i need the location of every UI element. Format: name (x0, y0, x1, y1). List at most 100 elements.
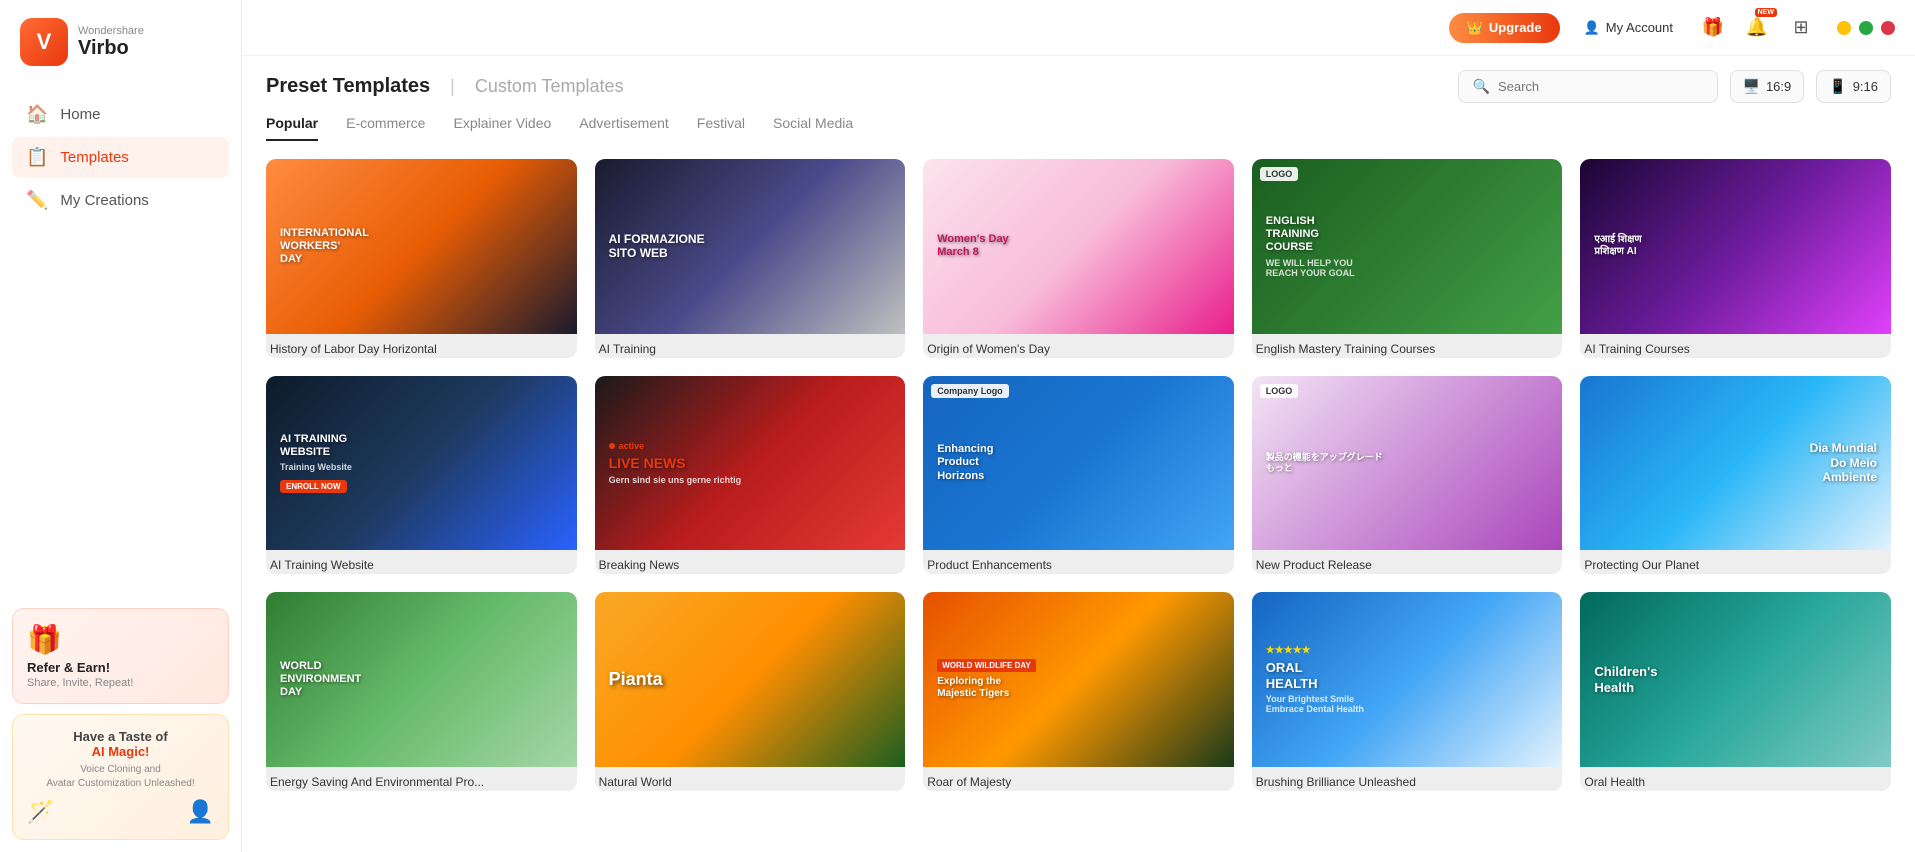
tab-social[interactable]: Social Media (773, 115, 853, 141)
close-button[interactable]: ✕ (1881, 21, 1895, 35)
template-card-labor-day[interactable]: INTERNATIONALWORKERS'DAY History of Labo… (266, 159, 577, 358)
card-ai-heading: AI FORMAZIONESITO WEB (609, 232, 705, 261)
sidebar: V Wondershare Virbo 🏠 Home 📋 Templates ✏… (0, 0, 242, 852)
tab-ecommerce[interactable]: E-commerce (346, 115, 425, 141)
window-controls: — □ ✕ (1837, 21, 1895, 35)
template-card-roar[interactable]: WORLD WILDLIFE DAY Exploring theMajestic… (923, 592, 1234, 791)
promo-ai-highlight: AI Magic! (27, 744, 214, 759)
search-and-ratio: 🔍 🖥️ 16:9 📱 9:16 (1458, 70, 1892, 103)
card-ai-label: AI Training (595, 334, 906, 358)
brand-name: Wondershare (78, 25, 144, 37)
template-card-children[interactable]: Children'sHealth Oral Health (1580, 592, 1891, 791)
separator: | (450, 76, 455, 97)
promo-ai-sub: Voice Cloning andAvatar Customization Un… (27, 763, 214, 791)
card-natural-heading: Pianta (609, 669, 663, 691)
search-icon: 🔍 (1473, 78, 1490, 95)
card-ai-website-label: AI Training Website (266, 550, 577, 574)
search-input[interactable] (1498, 79, 1703, 94)
gift-topbar-button[interactable]: 🎁 (1697, 12, 1729, 44)
card-new-product-label: New Product Release (1252, 550, 1563, 574)
promo-refer-card[interactable]: 🎁 Refer & Earn! Share, Invite, Repeat! (12, 608, 229, 704)
ratio-16-9-button[interactable]: 🖥️ 16:9 (1730, 70, 1805, 103)
crown-icon: 👑 (1467, 20, 1483, 36)
roar-badge: WORLD WILDLIFE DAY (937, 659, 1036, 672)
sidebar-nav: 🏠 Home 📋 Templates ✏️ My Creations (0, 84, 241, 231)
upgrade-button[interactable]: 👑 Upgrade (1449, 13, 1560, 43)
card-product-heading: EnhancingProductHorizons (937, 443, 993, 483)
bell-icon: 🔔 (1746, 17, 1768, 38)
tab-explainer[interactable]: Explainer Video (453, 115, 551, 141)
tab-popular[interactable]: Popular (266, 115, 318, 141)
template-card-ai-website[interactable]: AI TRAININGWEBSITE Training Website ENRO… (266, 376, 577, 575)
sidebar-item-templates-label: Templates (60, 149, 128, 166)
search-box[interactable]: 🔍 (1458, 70, 1718, 103)
sidebar-item-my-creations[interactable]: ✏️ My Creations (12, 180, 229, 221)
promo-ai-card[interactable]: Have a Taste of AI Magic! Voice Cloning … (12, 714, 229, 840)
card-womens-label: Origin of Women's Day (923, 334, 1234, 358)
card-breaking-heading: LIVE NEWS (609, 455, 686, 472)
promo-refer-title: Refer & Earn! (27, 660, 214, 675)
new-product-logo: LOGO (1260, 384, 1299, 398)
card-planet-label: Protecting Our Planet (1580, 550, 1891, 574)
app-logo: V Wondershare Virbo (0, 0, 241, 84)
template-card-environment[interactable]: WORLDENVIRONMENTDAY Energy Saving And En… (266, 592, 577, 791)
gift-icon: 🎁 (27, 623, 214, 656)
template-card-breaking-news[interactable]: active LIVE NEWS Gern sind sie uns gerne… (595, 376, 906, 575)
template-card-natural[interactable]: Pianta Natural World (595, 592, 906, 791)
custom-templates-link[interactable]: Custom Templates (475, 76, 624, 97)
card-natural-label: Natural World (595, 767, 906, 791)
card-ai-courses-heading: एआई शिक्षणप्रशिक्षण AI (1594, 234, 1641, 258)
restore-button[interactable]: □ (1859, 21, 1873, 35)
template-card-ai-courses[interactable]: एआई शिक्षणप्रशिक्षण AI AI Training Cours… (1580, 159, 1891, 358)
avatar-icon: 👤 (187, 799, 214, 825)
mobile-icon: 📱 (1829, 78, 1846, 95)
english-logo: LOGO (1260, 167, 1299, 181)
sidebar-item-templates[interactable]: 📋 Templates (12, 137, 229, 178)
template-card-new-product[interactable]: LOGO 製品の機能をアップグレードもっと New Product Releas… (1252, 376, 1563, 575)
card-english-heading: ENGLISHTRAININGCOURSE (1266, 215, 1319, 255)
card-children-label: Oral Health (1580, 767, 1891, 791)
notification-button[interactable]: 🔔 NEW (1741, 12, 1773, 44)
promo-ai-pre: Have a Taste of (27, 729, 214, 744)
card-new-product-heading: 製品の機能をアップグレードもっと (1266, 452, 1383, 474)
my-account-button[interactable]: 👤 My Account (1572, 14, 1685, 42)
apps-button[interactable]: ⊞ (1785, 12, 1817, 44)
sidebar-item-home[interactable]: 🏠 Home (12, 94, 229, 135)
template-card-english[interactable]: LOGO ENGLISHTRAININGCOURSE WE WILL HELP … (1252, 159, 1563, 358)
magic-wand-icon: 🪄 (27, 799, 54, 825)
main-content: 👑 Upgrade 👤 My Account 🎁 🔔 NEW ⊞ — □ ✕ P… (242, 0, 1915, 852)
page-header: Preset Templates | Custom Templates 🔍 🖥️… (266, 56, 1891, 103)
template-card-oral[interactable]: ★★★★★ ORALHEALTH Your Brightest SmileEmb… (1252, 592, 1563, 791)
template-card-product-enh[interactable]: Company Logo EnhancingProductHorizons Pr… (923, 376, 1234, 575)
template-card-womens-day[interactable]: Women's DayMarch 8 Origin of Women's Day (923, 159, 1234, 358)
card-labor-heading: INTERNATIONALWORKERS'DAY (280, 227, 369, 267)
logo-icon: V (20, 18, 68, 66)
card-roar-heading: Exploring theMajestic Tigers (937, 676, 1009, 700)
promo-refer-subtitle: Share, Invite, Repeat! (27, 677, 214, 689)
card-ai-website-heading: AI TRAININGWEBSITE (280, 433, 347, 459)
preset-title: Preset Templates (266, 75, 430, 98)
template-card-ai-training[interactable]: AI FORMAZIONESITO WEB AI Training (595, 159, 906, 358)
topbar: 👑 Upgrade 👤 My Account 🎁 🔔 NEW ⊞ — □ ✕ (242, 0, 1915, 56)
product-logo: Company Logo (931, 384, 1009, 398)
user-icon: 👤 (1584, 20, 1600, 36)
enroll-badge: ENROLL NOW (280, 480, 347, 493)
card-environment-label: Energy Saving And Environmental Pro... (266, 767, 577, 791)
card-planet-heading: Dia MundialDo MeioAmbiente (1810, 441, 1877, 484)
content-area: Preset Templates | Custom Templates 🔍 🖥️… (242, 56, 1915, 852)
tab-advertisement[interactable]: Advertisement (579, 115, 668, 141)
tab-festival[interactable]: Festival (697, 115, 745, 141)
topbar-gift-icon: 🎁 (1702, 17, 1724, 38)
minimize-button[interactable]: — (1837, 21, 1851, 35)
ratio-9-16-button[interactable]: 📱 9:16 (1816, 70, 1891, 103)
sidebar-item-home-label: Home (60, 106, 100, 123)
card-ai-courses-label: AI Training Courses (1580, 334, 1891, 358)
card-breaking-label: Breaking News (595, 550, 906, 574)
card-womens-heading: Women's DayMarch 8 (937, 233, 1009, 259)
card-labor-label: History of Labor Day Horizontal (266, 334, 577, 358)
grid-icon: ⊞ (1793, 17, 1808, 38)
card-oral-heading: ORALHEALTH (1266, 660, 1318, 691)
sidebar-item-creations-label: My Creations (60, 192, 148, 209)
template-card-planet[interactable]: Dia MundialDo MeioAmbiente Protecting Ou… (1580, 376, 1891, 575)
monitor-icon: 🖥️ (1743, 78, 1760, 95)
